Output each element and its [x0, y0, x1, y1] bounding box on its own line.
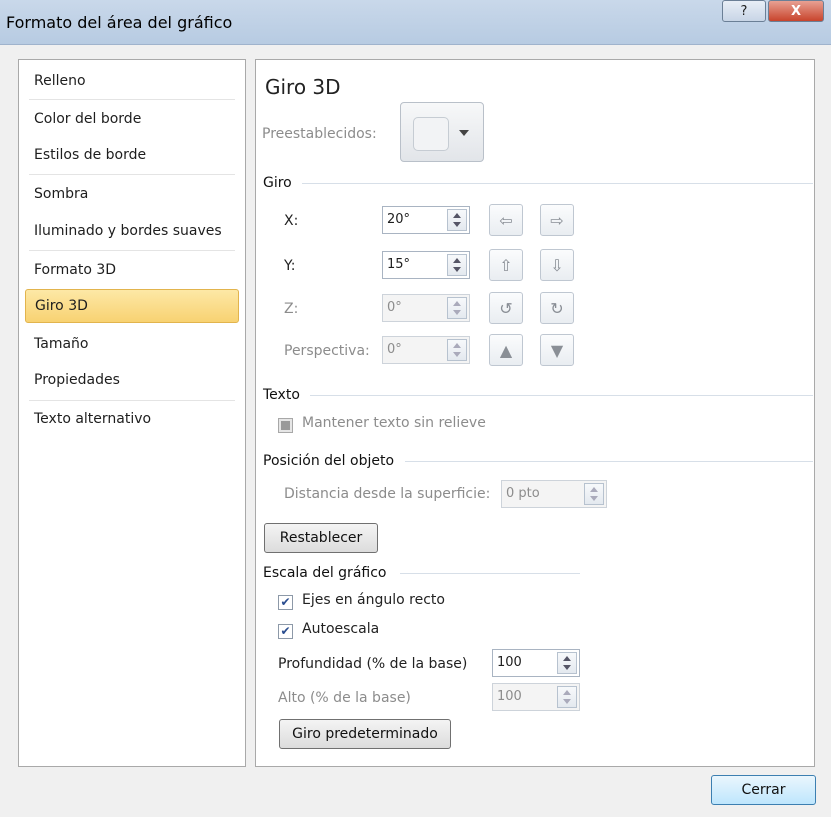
rotate-left-icon[interactable]: ⇦: [489, 204, 523, 236]
distance-value: 0 pto: [506, 486, 540, 501]
z-rotation-stepper: 0°: [382, 294, 470, 322]
scale-heading: Escala del gráfico: [263, 565, 387, 581]
texto-heading: Texto: [263, 387, 300, 403]
rotate-clockwise-icon: ↻: [540, 292, 574, 324]
category-list: Relleno Color del borde Estilos de borde…: [18, 59, 246, 767]
close-icon: X: [790, 3, 802, 19]
nav-separator: [29, 174, 235, 175]
divider: [405, 461, 813, 462]
reset-button[interactable]: Restablecer: [264, 523, 378, 553]
divider: [302, 183, 813, 184]
y-rotation-stepper[interactable]: 15°: [382, 251, 470, 279]
perspective-spin-icon: [447, 339, 467, 361]
autoscale-checkbox[interactable]: ✔: [278, 624, 293, 639]
panel-title: Giro 3D: [265, 75, 341, 99]
position-heading: Posición del objeto: [263, 453, 395, 469]
keep-text-flat-checkbox: [278, 418, 293, 433]
z-rotation-label: Z:: [284, 301, 299, 317]
dialog-window: Formato del área del gráfico ? X Relleno…: [0, 0, 831, 817]
height-label: Alto (% de la base): [278, 690, 411, 706]
nav-item-giro-3d[interactable]: Giro 3D: [25, 289, 239, 323]
rotate-down-icon[interactable]: ⇩: [540, 249, 574, 281]
depth-value: 100: [497, 655, 522, 670]
nav-item-iluminado[interactable]: Iluminado y bordes suaves: [25, 214, 239, 248]
default-rotation-button[interactable]: Giro predeterminado: [279, 719, 451, 749]
help-button[interactable]: ?: [722, 0, 766, 22]
right-angle-axes-label: Ejes en ángulo recto: [302, 592, 445, 608]
nav-item-estilos-borde[interactable]: Estilos de borde: [25, 138, 239, 172]
perspective-value: 0°: [387, 342, 402, 357]
height-stepper: 100: [492, 683, 580, 711]
nav-item-texto-alternativo[interactable]: Texto alternativo: [25, 402, 239, 436]
perspective-stepper: 0°: [382, 336, 470, 364]
widen-field-icon: ▼: [540, 334, 574, 366]
depth-spin-icon[interactable]: [557, 652, 577, 674]
presets-dropdown[interactable]: [400, 102, 484, 162]
nav-item-tamano[interactable]: Tamaño: [25, 327, 239, 361]
distance-label: Distancia desde la superficie:: [284, 486, 491, 502]
nav-item-sombra[interactable]: Sombra: [25, 177, 239, 211]
nav-separator: [29, 400, 235, 401]
z-rotation-value: 0°: [387, 300, 402, 315]
x-rotation-stepper[interactable]: 20°: [382, 206, 470, 234]
rotate-counterclockwise-icon: ↺: [489, 292, 523, 324]
nav-separator: [29, 99, 235, 100]
narrow-field-icon: ▲: [489, 334, 523, 366]
x-rotation-spin-icon[interactable]: [447, 209, 467, 231]
depth-label: Profundidad (% de la base): [278, 656, 468, 672]
height-value: 100: [497, 689, 522, 704]
help-icon: ?: [740, 3, 748, 19]
presets-label: Preestablecidos:: [262, 126, 377, 142]
divider: [400, 573, 580, 574]
nav-item-relleno[interactable]: Relleno: [25, 64, 239, 98]
keep-text-flat-label: Mantener texto sin relieve: [302, 415, 486, 431]
rotate-up-icon[interactable]: ⇧: [489, 249, 523, 281]
close-button[interactable]: Cerrar: [711, 775, 816, 805]
window-title: Formato del área del gráfico: [6, 13, 233, 32]
x-rotation-value: 20°: [387, 212, 411, 227]
autoscale-label: Autoescala: [302, 621, 380, 637]
right-angle-axes-checkbox[interactable]: ✔: [278, 595, 293, 610]
nav-item-propiedades[interactable]: Propiedades: [25, 363, 239, 397]
distance-spin-icon: [584, 483, 604, 505]
y-rotation-label: Y:: [284, 258, 296, 274]
chevron-down-icon: [459, 130, 469, 136]
z-rotation-spin-icon: [447, 297, 467, 319]
x-rotation-label: X:: [284, 213, 299, 229]
nav-item-color-borde[interactable]: Color del borde: [25, 102, 239, 136]
title-bar: Formato del área del gráfico ? X: [0, 0, 831, 45]
giro-heading: Giro: [263, 175, 292, 191]
divider: [310, 395, 813, 396]
depth-stepper[interactable]: 100: [492, 649, 580, 677]
height-spin-icon: [557, 686, 577, 708]
perspective-label: Perspectiva:: [284, 343, 370, 359]
y-rotation-spin-icon[interactable]: [447, 254, 467, 276]
nav-item-formato-3d[interactable]: Formato 3D: [25, 253, 239, 287]
close-window-button[interactable]: X: [768, 0, 824, 22]
distance-stepper: 0 pto: [501, 480, 607, 508]
nav-separator: [29, 250, 235, 251]
rotate-right-icon[interactable]: ⇨: [540, 204, 574, 236]
preset-preview-icon: [413, 117, 449, 151]
y-rotation-value: 15°: [387, 257, 411, 272]
